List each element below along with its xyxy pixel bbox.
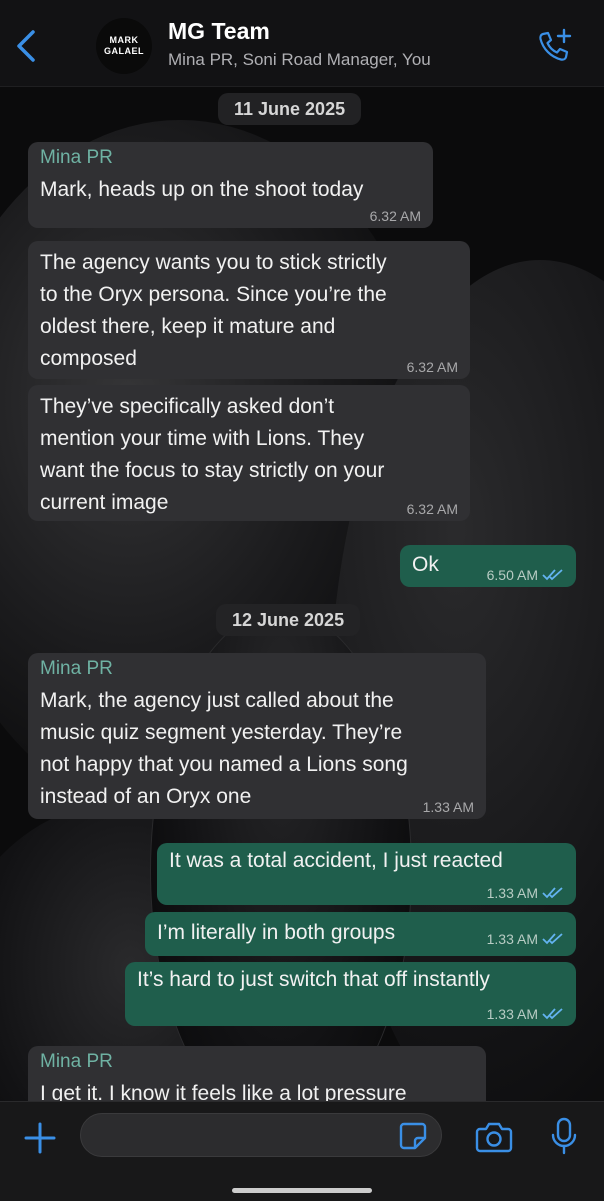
- composer-bar: [0, 1101, 604, 1201]
- message-time: 1.33 AM: [422, 799, 474, 815]
- home-indicator: [232, 1188, 372, 1193]
- message-text: I get it. I know it feels like a lot pre…: [40, 1082, 407, 1101]
- message-input[interactable]: [80, 1113, 442, 1157]
- sticker-icon: [399, 1122, 427, 1150]
- sender-name: Mina PR: [40, 658, 113, 679]
- outgoing-message[interactable]: Ok 6.50 AM: [400, 545, 576, 587]
- message-meta: 6.50 AM: [487, 567, 564, 583]
- incoming-message[interactable]: They’ve specifically asked don’t mention…: [28, 385, 470, 521]
- message-list[interactable]: 11 June 2025 Mina PR Mark, heads up on t…: [0, 86, 604, 1101]
- outgoing-message[interactable]: It’s hard to just switch that off instan…: [125, 962, 576, 1026]
- message-time: 1.33 AM: [486, 885, 538, 901]
- chat-header: MARK GALAEL MG Team Mina PR, Soni Road M…: [0, 0, 604, 87]
- message-time: 1.33 AM: [486, 931, 538, 947]
- outgoing-message[interactable]: It was a total accident, I just reacted …: [157, 843, 576, 905]
- message-text: Ok: [412, 553, 439, 576]
- sender-name: Mina PR: [40, 147, 113, 168]
- message-text: It was a total accident, I just reacted: [169, 849, 503, 872]
- group-title[interactable]: MG Team: [168, 18, 270, 45]
- message-text: It’s hard to just switch that off instan…: [137, 968, 490, 991]
- date-separator: 12 June 2025: [216, 604, 361, 636]
- message-meta: 1.33 AM: [487, 885, 564, 901]
- microphone-icon: [551, 1117, 577, 1155]
- message-meta: 6.32 AM: [407, 501, 458, 517]
- message-time: 1.33 AM: [486, 1006, 538, 1022]
- double-check-icon: [542, 933, 563, 945]
- message-time: 6.50 AM: [486, 567, 538, 583]
- group-members[interactable]: Mina PR, Soni Road Manager, You: [168, 50, 431, 70]
- avatar-text-line: MARK: [109, 35, 139, 45]
- back-button[interactable]: [8, 22, 44, 70]
- avatar-text-line: GALAEL: [104, 46, 144, 56]
- message-text: They’ve specifically asked don’t mention…: [40, 395, 385, 514]
- date-separator: 11 June 2025: [218, 93, 362, 125]
- sender-name: Mina PR: [40, 1051, 113, 1072]
- date-label: 12 June 2025: [232, 609, 345, 630]
- camera-button[interactable]: [472, 1115, 516, 1159]
- message-meta: 1.33 AM: [423, 799, 474, 815]
- incoming-message[interactable]: Mina PR Mark, the agency just called abo…: [28, 653, 486, 819]
- camera-icon: [475, 1122, 513, 1153]
- group-avatar[interactable]: MARK GALAEL: [96, 18, 152, 74]
- outgoing-message[interactable]: I’m literally in both groups 1.33 AM: [145, 912, 576, 956]
- message-time: 6.32 AM: [369, 208, 421, 224]
- add-call-button[interactable]: [530, 24, 578, 68]
- message-meta: 1.33 AM: [487, 931, 564, 947]
- message-meta: 6.32 AM: [407, 359, 458, 375]
- message-text: The agency wants you to stick strictly t…: [40, 251, 387, 370]
- message-text: I’m literally in both groups: [157, 921, 396, 944]
- double-check-icon: [542, 569, 563, 581]
- incoming-message[interactable]: Mina PR I get it. I know it feels like a…: [28, 1046, 486, 1101]
- double-check-icon: [542, 887, 563, 899]
- message-meta: 6.32 AM: [370, 208, 421, 224]
- chevron-left-icon: [17, 30, 35, 62]
- sticker-button[interactable]: [396, 1119, 430, 1153]
- message-text: Mark, the agency just called about the m…: [40, 689, 408, 808]
- plus-icon: [24, 1122, 56, 1154]
- message-meta: 1.33 AM: [487, 1006, 564, 1022]
- double-check-icon: [542, 1008, 563, 1020]
- incoming-message[interactable]: Mina PR Mark, heads up on the shoot toda…: [28, 142, 433, 228]
- incoming-message[interactable]: The agency wants you to stick strictly t…: [28, 241, 470, 379]
- message-text: Mark, heads up on the shoot today: [40, 178, 364, 201]
- attach-button[interactable]: [18, 1116, 62, 1160]
- phone-plus-icon: [539, 28, 572, 61]
- message-time: 6.32 AM: [406, 501, 458, 517]
- message-time: 6.32 AM: [406, 359, 458, 375]
- microphone-button[interactable]: [542, 1115, 586, 1159]
- date-label: 11 June 2025: [234, 98, 346, 119]
